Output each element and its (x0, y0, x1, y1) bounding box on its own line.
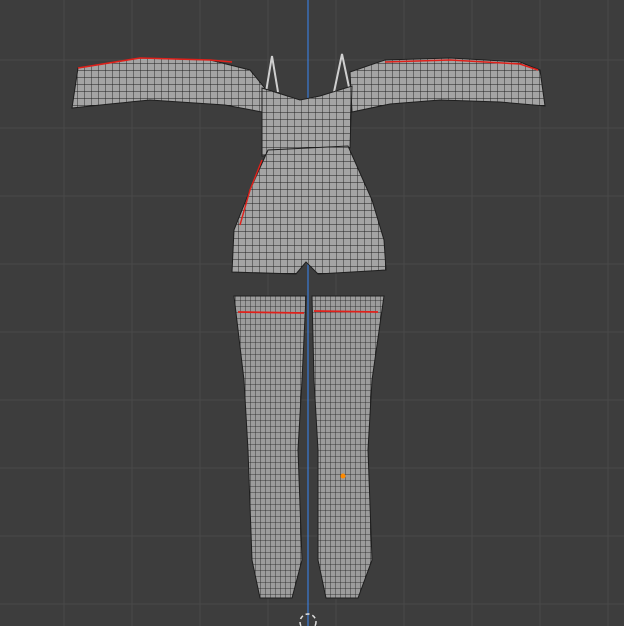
3d-viewport[interactable] (0, 0, 624, 626)
left-sleeve[interactable] (71, 57, 269, 113)
romper-body[interactable] (231, 145, 387, 275)
seam-left-thigh (237, 311, 305, 314)
right-stocking[interactable] (311, 295, 385, 599)
left-stocking[interactable] (233, 295, 307, 599)
seam-right-thigh (313, 310, 379, 313)
top-bodice[interactable] (261, 85, 353, 157)
selected-vertex[interactable] (340, 473, 346, 479)
viewport-canvas[interactable] (0, 0, 624, 626)
right-sleeve[interactable] (349, 57, 546, 113)
